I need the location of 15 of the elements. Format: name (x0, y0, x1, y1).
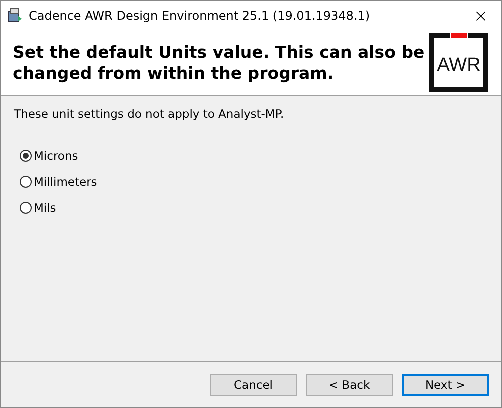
installer-icon (7, 8, 23, 24)
radio-button[interactable] (20, 150, 32, 162)
unit-radio[interactable]: Microns (20, 147, 488, 165)
close-button[interactable]: × (461, 6, 501, 26)
info-text: These unit settings do not apply to Analyst-MP. (14, 107, 286, 121)
window-title: Cadence AWR Design Environment 25.1 (19.01.19348.1) (29, 9, 372, 23)
wizard-button[interactable]: Next > (402, 374, 489, 396)
radio-button[interactable] (20, 202, 32, 214)
unit-radio[interactable]: Mils (20, 199, 488, 217)
awr-logo: AWR (429, 33, 489, 93)
page-heading: Set the default Units value. This can also be changed from within the program. (13, 42, 426, 84)
wizard-button[interactable]: Cancel (210, 374, 297, 396)
wizard-button[interactable]: < Back (306, 374, 393, 396)
unit-radio[interactable]: Millimeters (20, 173, 488, 191)
radio-button[interactable] (20, 176, 32, 188)
